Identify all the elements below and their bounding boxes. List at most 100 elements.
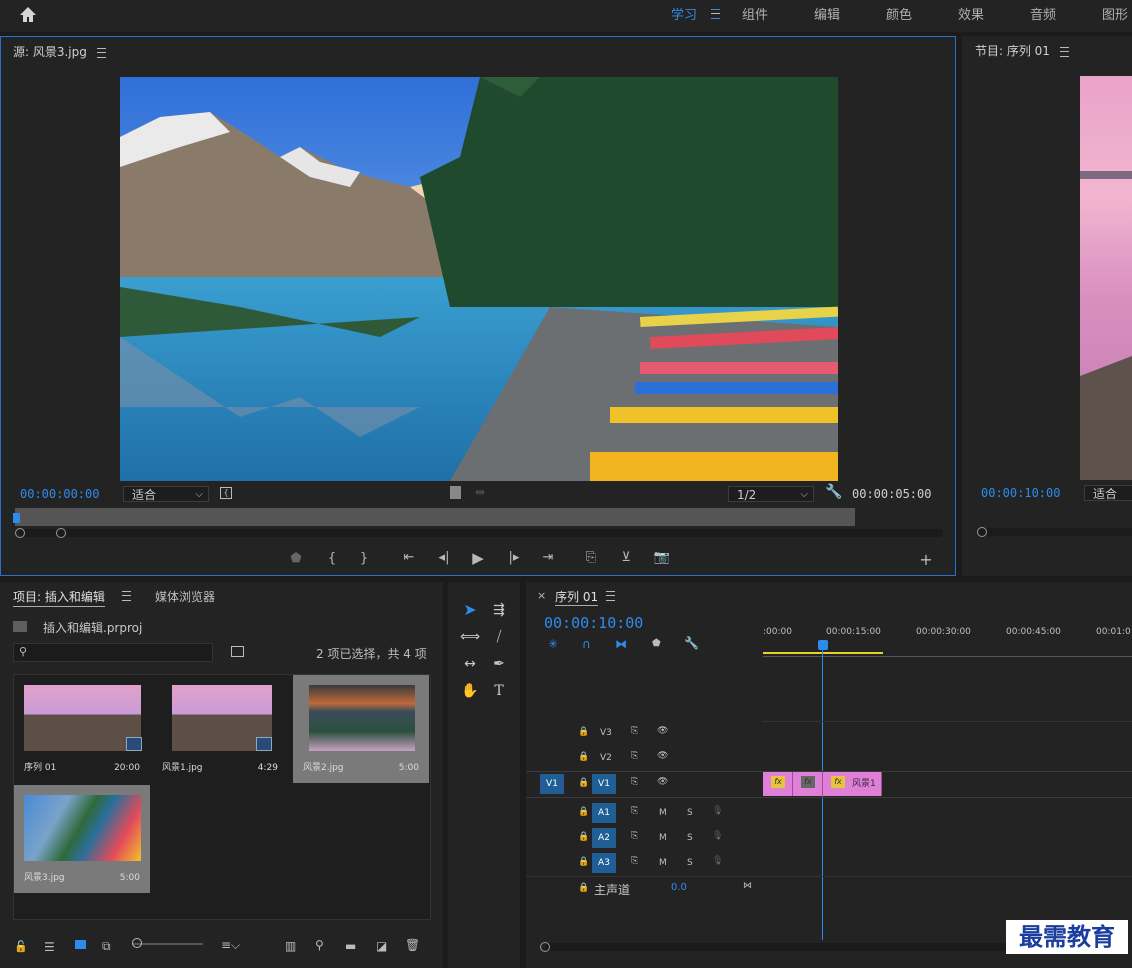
scroll-handle-right[interactable]	[56, 528, 66, 538]
project-item-landscape1[interactable]: 风景1.jpg 4:29	[152, 675, 288, 783]
playhead-handle[interactable]	[818, 640, 828, 650]
project-item-landscape3[interactable]: 风景3.jpg 5:00	[14, 785, 150, 893]
ripple-edit-icon[interactable]: ⟺	[459, 626, 481, 648]
tab-project[interactable]: 项目: 插入和编辑	[13, 588, 105, 607]
mark-in-icon[interactable]: {	[323, 551, 341, 566]
tab-effects[interactable]: 效果	[958, 4, 984, 23]
source-monitor-title[interactable]: 源: 风景3.jpg	[13, 43, 106, 60]
scroll-handle-left[interactable]	[15, 528, 25, 538]
track-target-a1[interactable]: A1	[592, 803, 616, 823]
snap-icon[interactable]: ∩	[582, 637, 591, 651]
film-icon[interactable]	[450, 486, 461, 499]
step-forward-icon[interactable]: |▸	[505, 550, 523, 565]
go-to-in-icon[interactable]: ⇤	[400, 550, 418, 565]
track-target-a2[interactable]: A2	[592, 828, 616, 848]
overwrite-icon[interactable]: ⊻	[617, 550, 635, 565]
clip-segment[interactable]: fx	[793, 772, 823, 796]
insert-icon[interactable]: ⎘	[582, 550, 600, 565]
close-icon[interactable]: ×	[537, 589, 546, 602]
type-tool-icon[interactable]: T	[488, 680, 510, 702]
track-target-v1[interactable]: V1	[592, 774, 616, 794]
lock-icon[interactable]: 🔒	[578, 857, 589, 867]
mark-out-icon[interactable]: }	[355, 551, 373, 566]
track-target-a3[interactable]: A3	[592, 853, 616, 873]
icon-view-icon[interactable]	[75, 940, 86, 949]
scroll-handle-left[interactable]	[977, 527, 987, 537]
play-icon[interactable]: ▶	[469, 549, 487, 567]
automate-icon[interactable]: ▥	[285, 939, 296, 953]
mic-icon[interactable]: 🎙	[712, 831, 723, 841]
timeline-timecode[interactable]: 00:00:10:00	[544, 614, 643, 632]
source-resolution-dropdown[interactable]: 1/2 ⌵	[728, 486, 814, 502]
tab-color[interactable]: 颜色	[886, 4, 912, 23]
lock-icon[interactable]: 🔒	[578, 883, 589, 893]
sync-lock-icon[interactable]: ⎘	[631, 751, 638, 761]
solo-button[interactable]: S	[687, 833, 693, 843]
step-back-icon[interactable]: ◂|	[435, 550, 453, 565]
lock-icon[interactable]: 🔒	[578, 832, 589, 842]
sequence-menu-icon[interactable]	[606, 588, 615, 602]
mute-button[interactable]: M	[659, 833, 667, 843]
tab-assembly[interactable]: 组件	[742, 4, 768, 23]
slip-icon[interactable]: ↔	[459, 653, 481, 675]
audio-drag-icon[interactable]: ⇹	[475, 485, 485, 499]
track-select-icon[interactable]: ⇶	[488, 599, 510, 621]
linked-selection-icon[interactable]: ⧓	[615, 637, 627, 651]
new-item-icon[interactable]: ◪	[376, 939, 387, 953]
work-area-bar[interactable]	[763, 652, 883, 654]
mute-button[interactable]: M	[659, 858, 667, 868]
program-timecode[interactable]: 00:00:10:00	[981, 486, 1060, 500]
program-monitor-title[interactable]: 节目: 序列 01	[975, 42, 1069, 59]
pen-icon[interactable]: ✒	[488, 653, 510, 675]
sort-icon[interactable]: ≡⌵	[221, 938, 240, 953]
solo-button[interactable]: S	[687, 858, 693, 868]
eye-icon[interactable]: 👁	[657, 726, 668, 736]
add-button-icon[interactable]: +	[917, 550, 935, 569]
hand-icon[interactable]: ✋	[459, 680, 481, 702]
razor-icon[interactable]: ⧸	[488, 626, 510, 648]
add-marker-icon[interactable]: ⬟	[652, 638, 661, 649]
home-icon[interactable]	[18, 5, 38, 25]
program-zoom-scrollbar[interactable]	[978, 528, 1132, 536]
workspace-menu-icon[interactable]	[711, 6, 720, 20]
sync-lock-icon[interactable]: ⎘	[631, 726, 638, 736]
sync-lock-icon[interactable]: ⎘	[631, 831, 638, 841]
zoom-slider-handle[interactable]	[132, 938, 142, 948]
mic-icon[interactable]: 🎙	[712, 856, 723, 866]
source-fit-dropdown[interactable]: 适合 ⌵	[123, 486, 209, 502]
source-zoom-scrollbar[interactable]	[19, 529, 943, 537]
master-volume-value[interactable]: 0.0	[671, 882, 687, 893]
sync-lock-icon[interactable]: ⎘	[631, 777, 638, 787]
source-patch-v1[interactable]: V1	[540, 774, 564, 794]
sync-lock-icon[interactable]: ⎘	[631, 856, 638, 866]
tab-editing[interactable]: 编辑	[814, 4, 840, 23]
wrench-icon[interactable]: 🔧	[825, 484, 842, 500]
freeform-view-icon[interactable]: ⧉	[102, 939, 111, 954]
settings-wrench-icon[interactable]: 🔧	[684, 636, 699, 650]
sync-lock-icon[interactable]: ⎘	[631, 806, 638, 816]
go-to-edit-point-icon[interactable]: ⋈	[743, 881, 752, 891]
selection-tool-icon[interactable]: ➤	[459, 599, 481, 621]
clip-segment[interactable]: fx	[763, 772, 793, 796]
list-view-icon[interactable]: ☰	[44, 940, 55, 954]
source-timecode-in[interactable]: 00:00:00:00	[20, 487, 99, 501]
lock-icon[interactable]: 🔓	[14, 940, 28, 953]
eye-icon[interactable]: 👁	[657, 751, 668, 761]
zoom-slider[interactable]	[133, 943, 203, 945]
go-to-out-icon[interactable]: ⇥	[539, 550, 557, 565]
project-item-landscape2[interactable]: 风景2.jpg 5:00	[293, 675, 429, 783]
eye-icon[interactable]: 👁	[657, 777, 668, 787]
trash-icon[interactable]: 🗑	[405, 938, 420, 952]
safe-margins-icon[interactable]: {	[220, 487, 232, 499]
find-icon[interactable]	[231, 646, 244, 657]
scroll-handle-left[interactable]	[540, 942, 550, 952]
lock-icon[interactable]: 🔒	[578, 752, 589, 762]
clip-landscape1[interactable]: fx 风景1	[823, 772, 882, 796]
mic-icon[interactable]: 🎙	[712, 806, 723, 816]
lock-icon[interactable]: 🔒	[578, 727, 589, 737]
playhead-marker[interactable]	[13, 513, 20, 523]
project-menu-icon[interactable]	[122, 588, 131, 602]
mute-button[interactable]: M	[659, 808, 667, 818]
solo-button[interactable]: S	[687, 808, 693, 818]
export-frame-icon[interactable]: 📷	[653, 550, 671, 565]
